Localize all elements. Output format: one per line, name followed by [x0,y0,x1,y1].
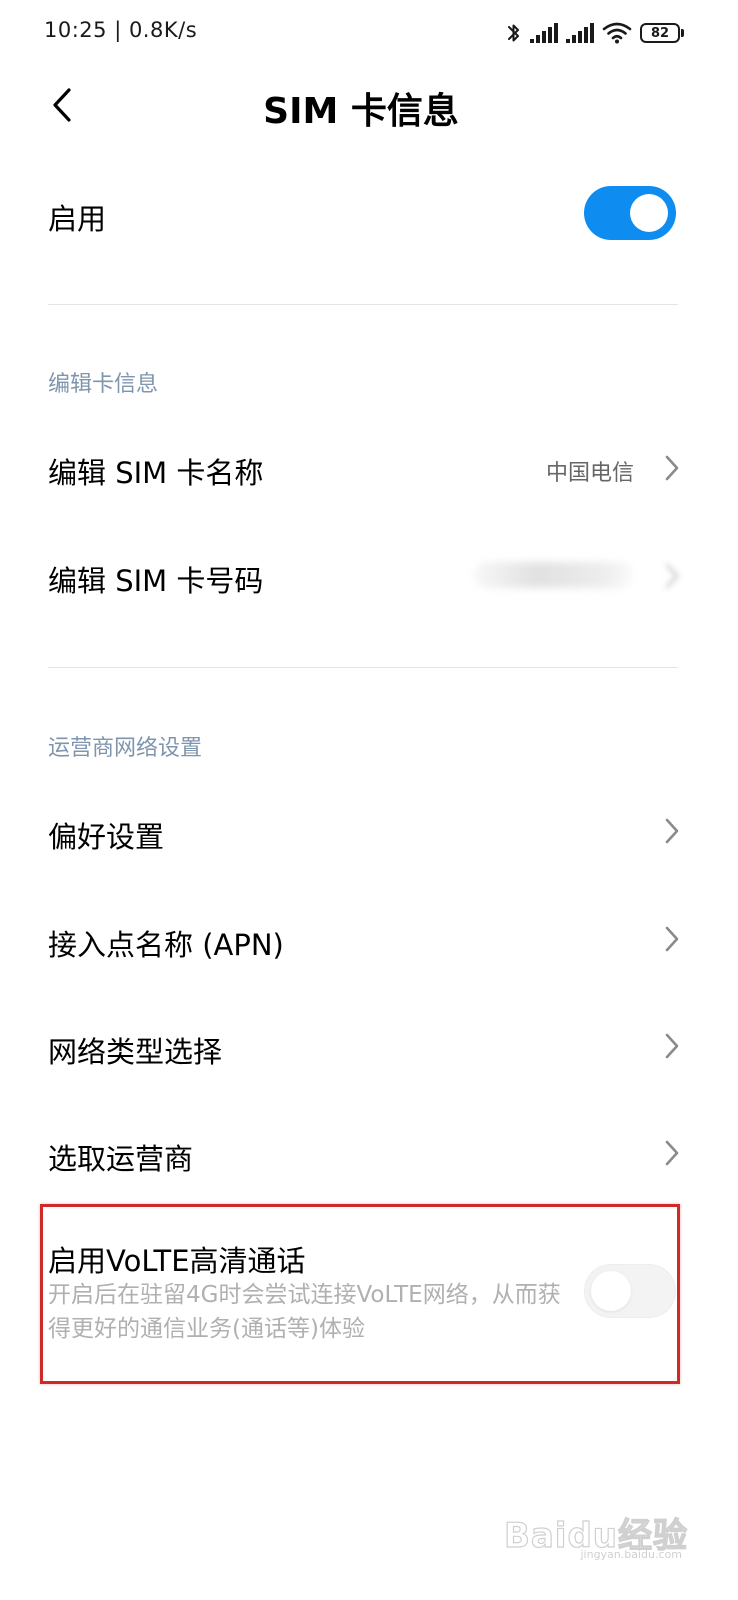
chevron-right-icon [665,563,679,589]
apn-row[interactable]: 接入点名称 (APN) [0,886,738,990]
edit-sim-name-row[interactable]: 编辑 SIM 卡名称 中国电信 [0,420,738,516]
status-bar: 10:25 | 0.8K/s 82 [0,0,738,64]
chevron-right-icon [665,926,679,952]
enable-row[interactable]: 启用 [0,170,738,260]
select-carrier-label: 选取运营商 [48,1142,194,1176]
sim-name-value: 中国电信 [545,461,634,486]
chevron-right-icon [665,1033,679,1059]
edit-sim-number-label: 编辑 SIM 卡号码 [48,564,264,598]
volte-highlight-box [40,1204,680,1384]
apn-label: 接入点名称 (APN) [48,928,284,962]
page-title-text: SIM 卡信息 [263,91,459,132]
battery-level: 82 [640,23,680,43]
select-carrier-row[interactable]: 选取运营商 [0,1100,738,1204]
chevron-right-icon [665,1140,679,1166]
toggle-knob [630,194,668,232]
bluetooth-icon [508,24,519,42]
section-header-edit: 编辑卡信息 [48,372,159,397]
enable-label: 启用 [48,202,107,236]
baidu-watermark: Baidu经验 jingyan.baidu.com [488,1504,688,1564]
watermark-url: jingyan.baidu.com [580,1548,682,1561]
divider [48,667,678,668]
section-header-network: 运营商网络设置 [48,736,203,761]
signal-icon [530,23,558,43]
signal-icon [566,23,594,43]
status-icons: 82 [506,20,684,46]
page-title: SIM 卡信息 [0,82,738,134]
edit-sim-name-label: 编辑 SIM 卡名称 [48,456,264,490]
enable-toggle[interactable] [584,186,676,240]
chevron-right-icon [665,818,679,844]
network-type-label: 网络类型选择 [48,1035,223,1069]
network-type-row[interactable]: 网络类型选择 [0,993,738,1097]
sim-number-value-blurred [474,562,634,588]
divider [48,304,678,305]
chevron-right-icon [665,455,679,481]
battery-icon: 82 [640,22,684,44]
preference-settings-label: 偏好设置 [48,820,165,854]
wifi-icon [602,22,632,44]
preference-settings-row[interactable]: 偏好设置 [0,778,738,882]
status-time: 10:25 | 0.8K/s [44,18,198,42]
